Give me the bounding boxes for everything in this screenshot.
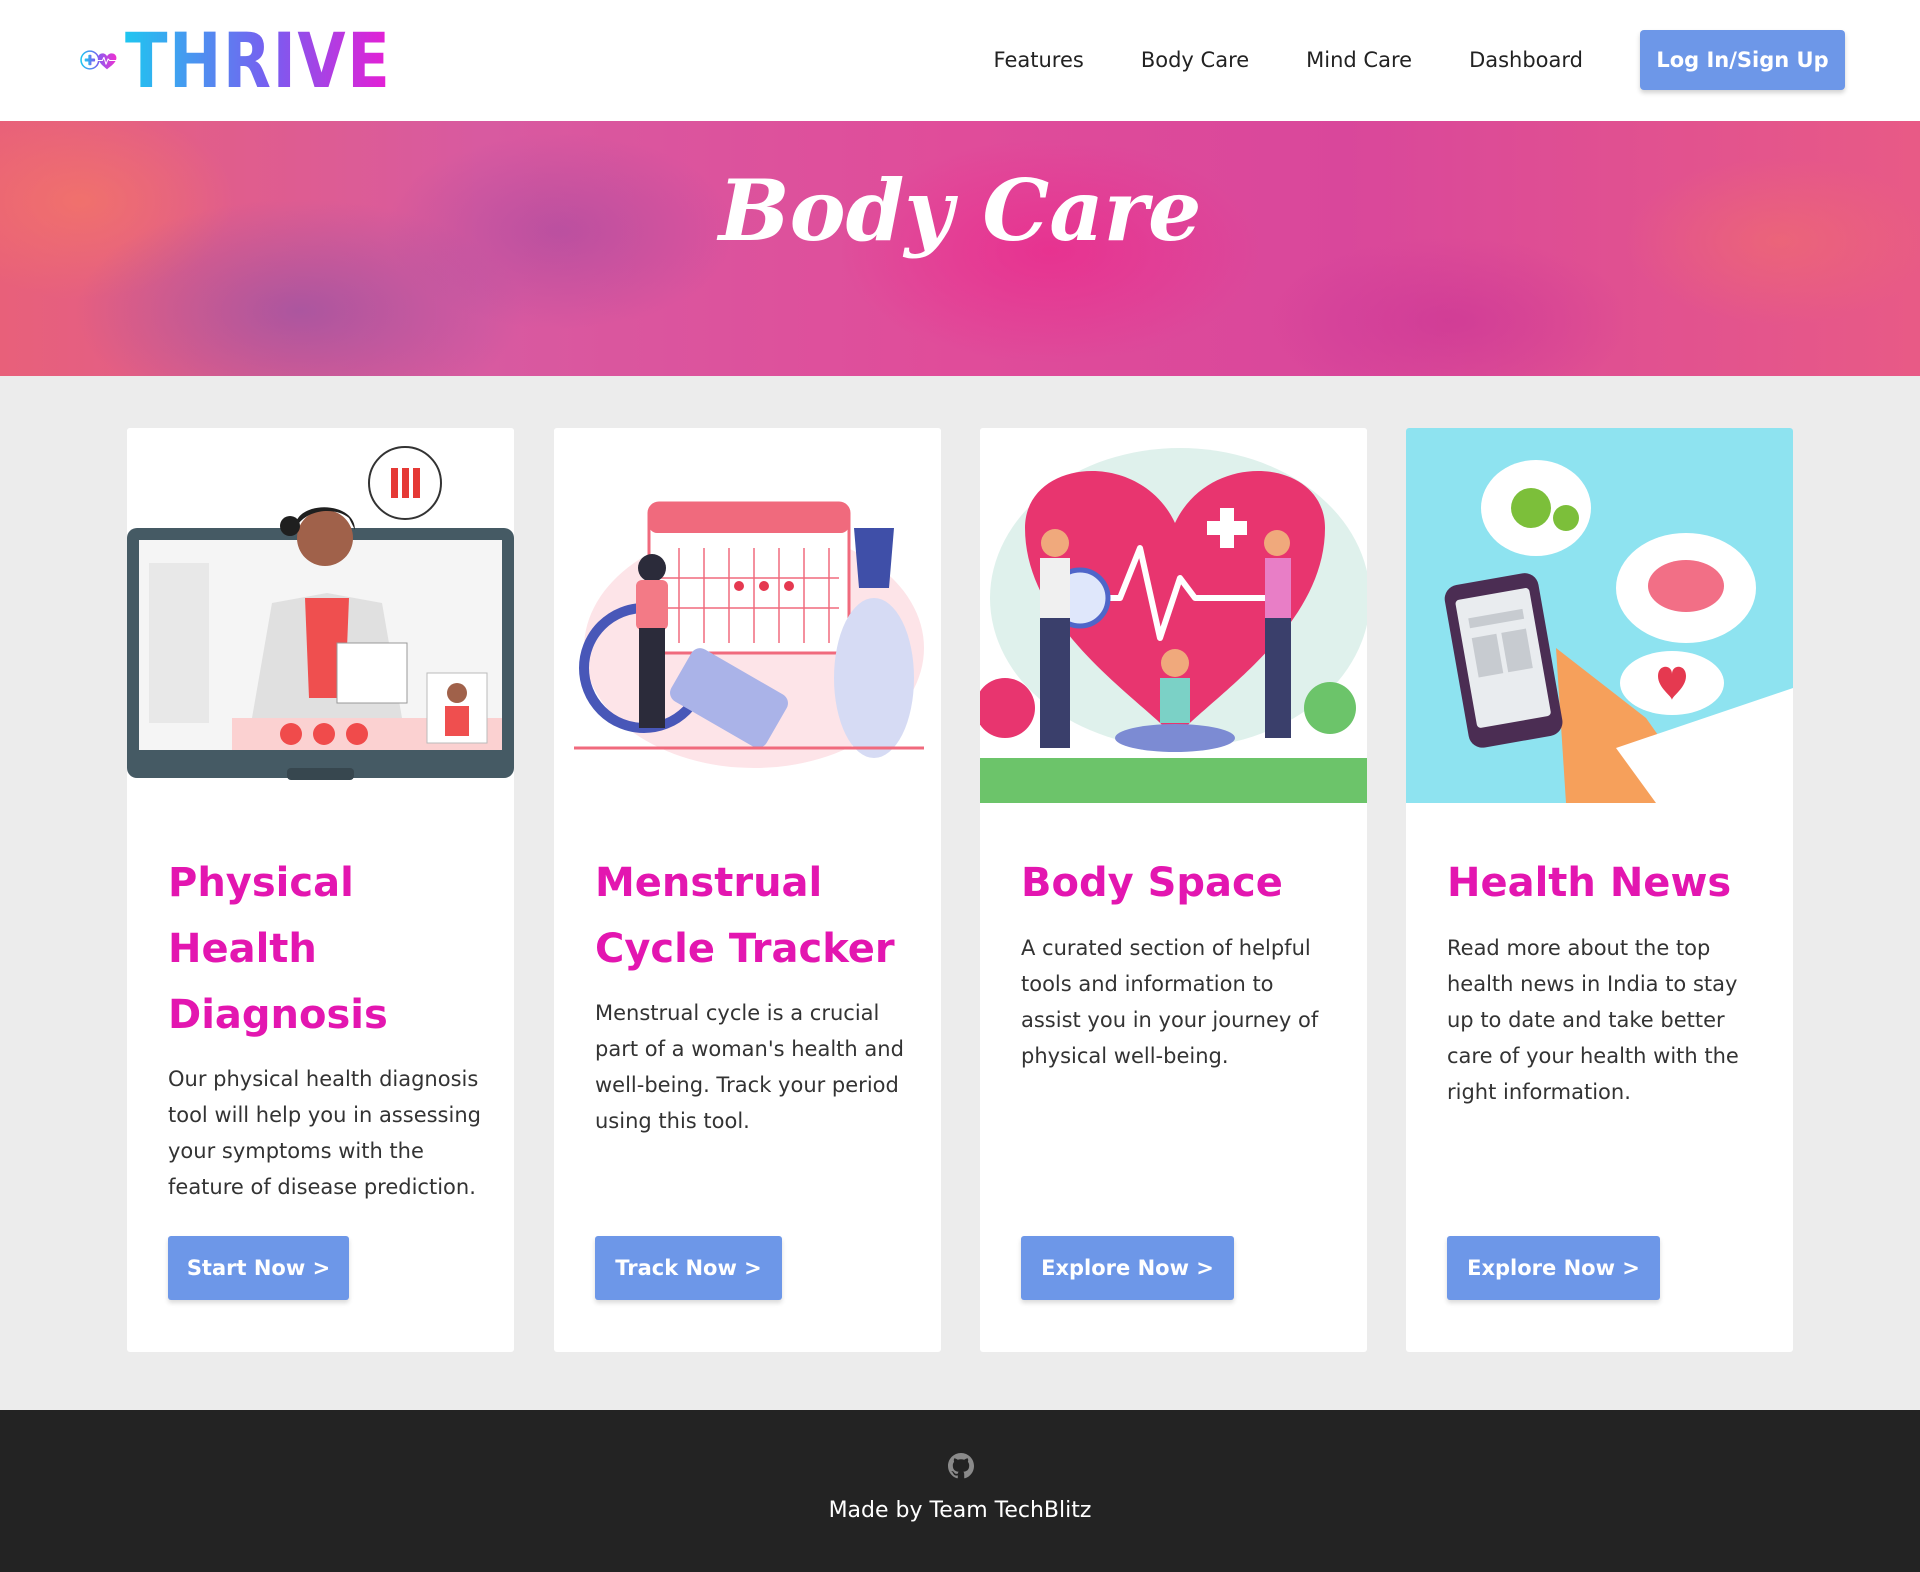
wellness-heart-illustration (980, 428, 1367, 803)
card-description: A curated section of helpful tools and i… (1021, 936, 1319, 1068)
card-title: Body Space (1021, 860, 1283, 906)
nav-links: Features Body Care Mind Care Dashboard L… (994, 30, 1845, 90)
card-title: Health News (1447, 860, 1732, 906)
health-news-phone-illustration (1406, 428, 1793, 803)
doctor-video-call-illustration (127, 428, 514, 803)
nav-link-mind-care[interactable]: Mind Care (1306, 48, 1412, 72)
card-title: Menstrual Cycle Tracker (595, 860, 895, 972)
footer: Made by Team TechBlitz (0, 1410, 1920, 1572)
nav-link-dashboard[interactable]: Dashboard (1469, 48, 1583, 72)
explore-now-button[interactable]: Explore Now > (1447, 1236, 1660, 1300)
card-description: Our physical health diagnosis tool will … (168, 1067, 481, 1199)
nav-link-body-care[interactable]: Body Care (1141, 48, 1249, 72)
nav-link-features[interactable]: Features (994, 48, 1084, 72)
hero-banner: Body Care (0, 121, 1920, 376)
health-heart-logo-icon (80, 50, 118, 70)
feature-card-menstrual-tracker: Menstrual Cycle Tracker Menstrual cycle … (554, 428, 941, 1352)
card-description: Menstrual cycle is a crucial part of a w… (595, 1001, 904, 1133)
card-description: Read more about the top health news in I… (1447, 936, 1739, 1104)
navbar: THRIVE Features Body Care Mind Care Dash… (0, 0, 1920, 121)
start-now-button[interactable]: Start Now > (168, 1236, 349, 1300)
footer-credit: Made by Team TechBlitz (828, 1498, 1092, 1523)
thrive-logo[interactable]: THRIVE (80, 15, 450, 105)
brand-name: THRIVE (125, 15, 392, 105)
page-title: Body Care (718, 161, 1202, 260)
feature-card-health-news: Health News Read more about the top heal… (1406, 428, 1793, 1352)
login-signup-button[interactable]: Log In/Sign Up (1640, 30, 1845, 90)
explore-now-button[interactable]: Explore Now > (1021, 1236, 1234, 1300)
track-now-button[interactable]: Track Now > (595, 1236, 782, 1300)
calendar-tracker-illustration (554, 428, 941, 803)
card-title: Physical Health Diagnosis (168, 860, 388, 1038)
github-icon[interactable] (945, 1450, 977, 1482)
feature-card-diagnosis: Physical Health Diagnosis Our physical h… (127, 428, 514, 1352)
feature-card-body-space: Body Space A curated section of helpful … (980, 428, 1367, 1352)
